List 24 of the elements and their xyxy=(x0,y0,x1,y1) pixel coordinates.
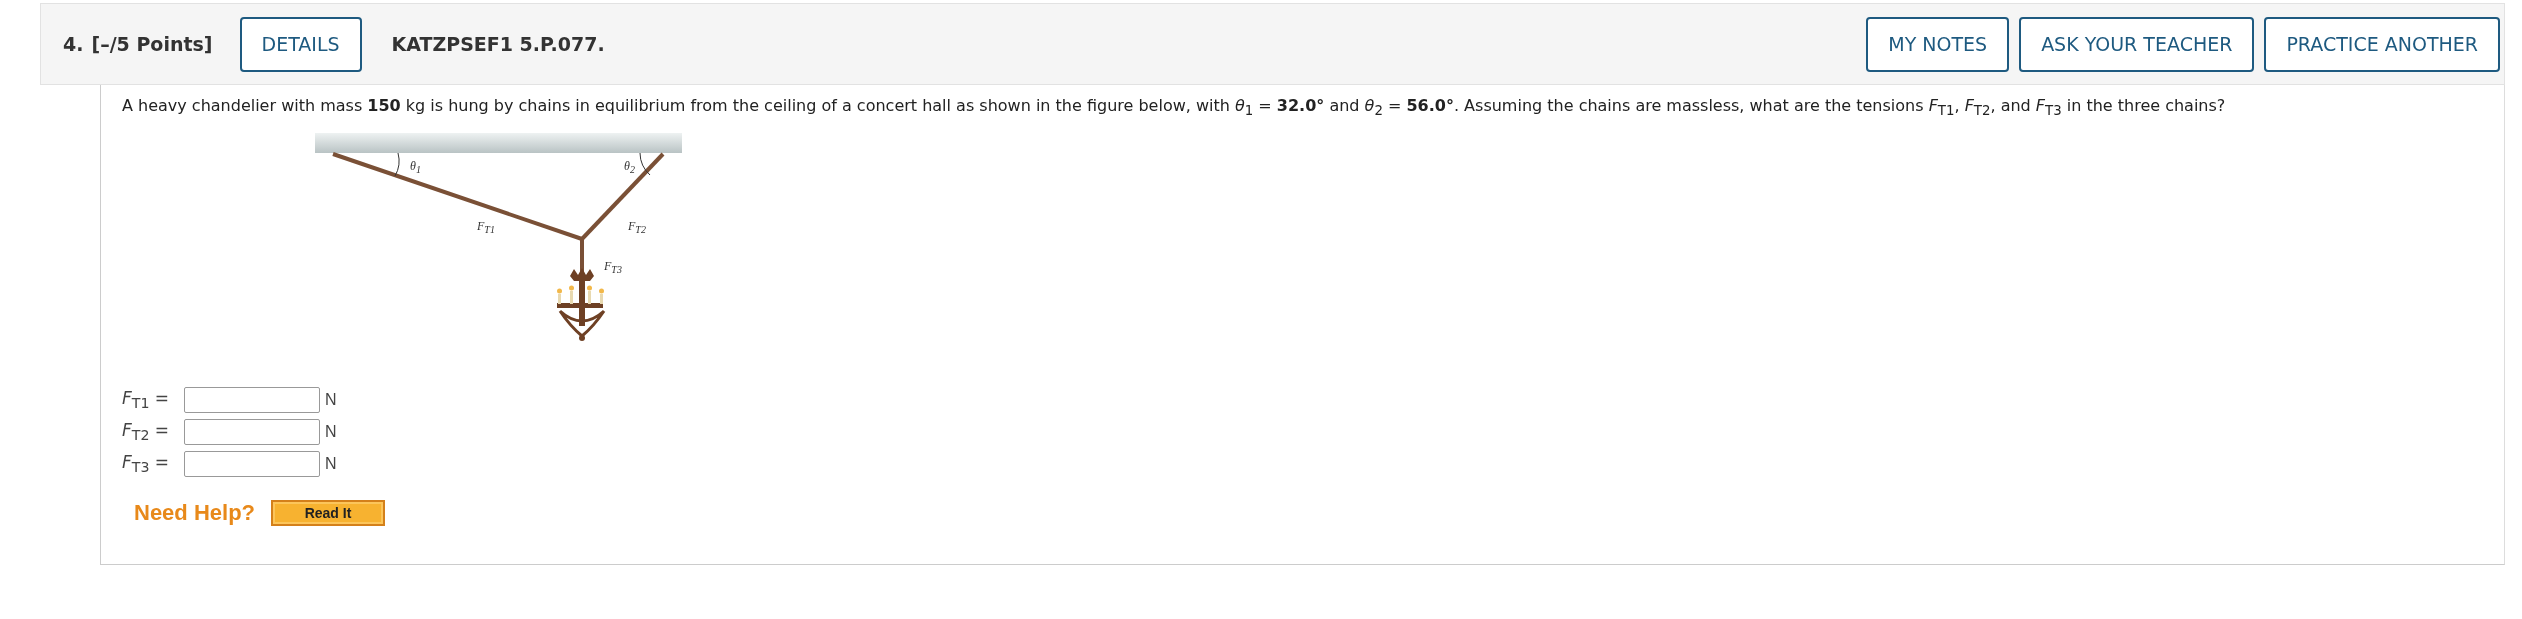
variable-label: F$_{T2}$ = xyxy=(122,420,171,444)
action-button[interactable]: MY NOTES xyxy=(1866,16,2010,72)
action-button[interactable]: ASK YOUR TEACHER xyxy=(2019,16,2255,72)
force-label: F$_{T3}$ xyxy=(604,259,622,278)
need-help-label: Need Help? xyxy=(134,500,256,527)
variable-label: F$_{T1}$ = xyxy=(122,388,171,412)
angle-label: θ$_{2}$ xyxy=(624,159,635,178)
answer-field[interactable] xyxy=(184,387,320,414)
unit-label: N xyxy=(325,391,337,410)
points-label: [–/5 Points] xyxy=(91,33,213,55)
question-number: 4. xyxy=(63,33,84,55)
force-label: F$_{T1}$ xyxy=(477,219,495,238)
problem-code: KATZPSEF1 5.P.077. xyxy=(391,33,605,55)
angle-label: θ$_{1}$ xyxy=(410,159,421,178)
action-button[interactable]: PRACTICE ANOTHER xyxy=(2264,16,2500,72)
answer-field[interactable] xyxy=(184,419,320,446)
force-label: F$_{T2}$ xyxy=(628,219,646,238)
unit-label: N xyxy=(325,455,337,474)
problem-text: A heavy chandelier with mass 150 kg is hung by chains in equilibrium from the ceiling of a concert hall as shown in the figure below, with θ$_{1}$ = 32.0° and θ$_{2}$ = 56.0°. Assuming the chains are massless, what are the tensions F$_{T1}$, F$_{T2}$, and F$_{T3}$ in the three chains? xyxy=(122,95,2227,121)
answer-field[interactable] xyxy=(184,451,320,478)
details-button[interactable]: DETAILS xyxy=(239,16,362,72)
unit-label: N xyxy=(325,423,337,442)
variable-label: F$_{T3}$ = xyxy=(122,452,171,476)
read-it-button[interactable]: Read It xyxy=(271,500,386,527)
